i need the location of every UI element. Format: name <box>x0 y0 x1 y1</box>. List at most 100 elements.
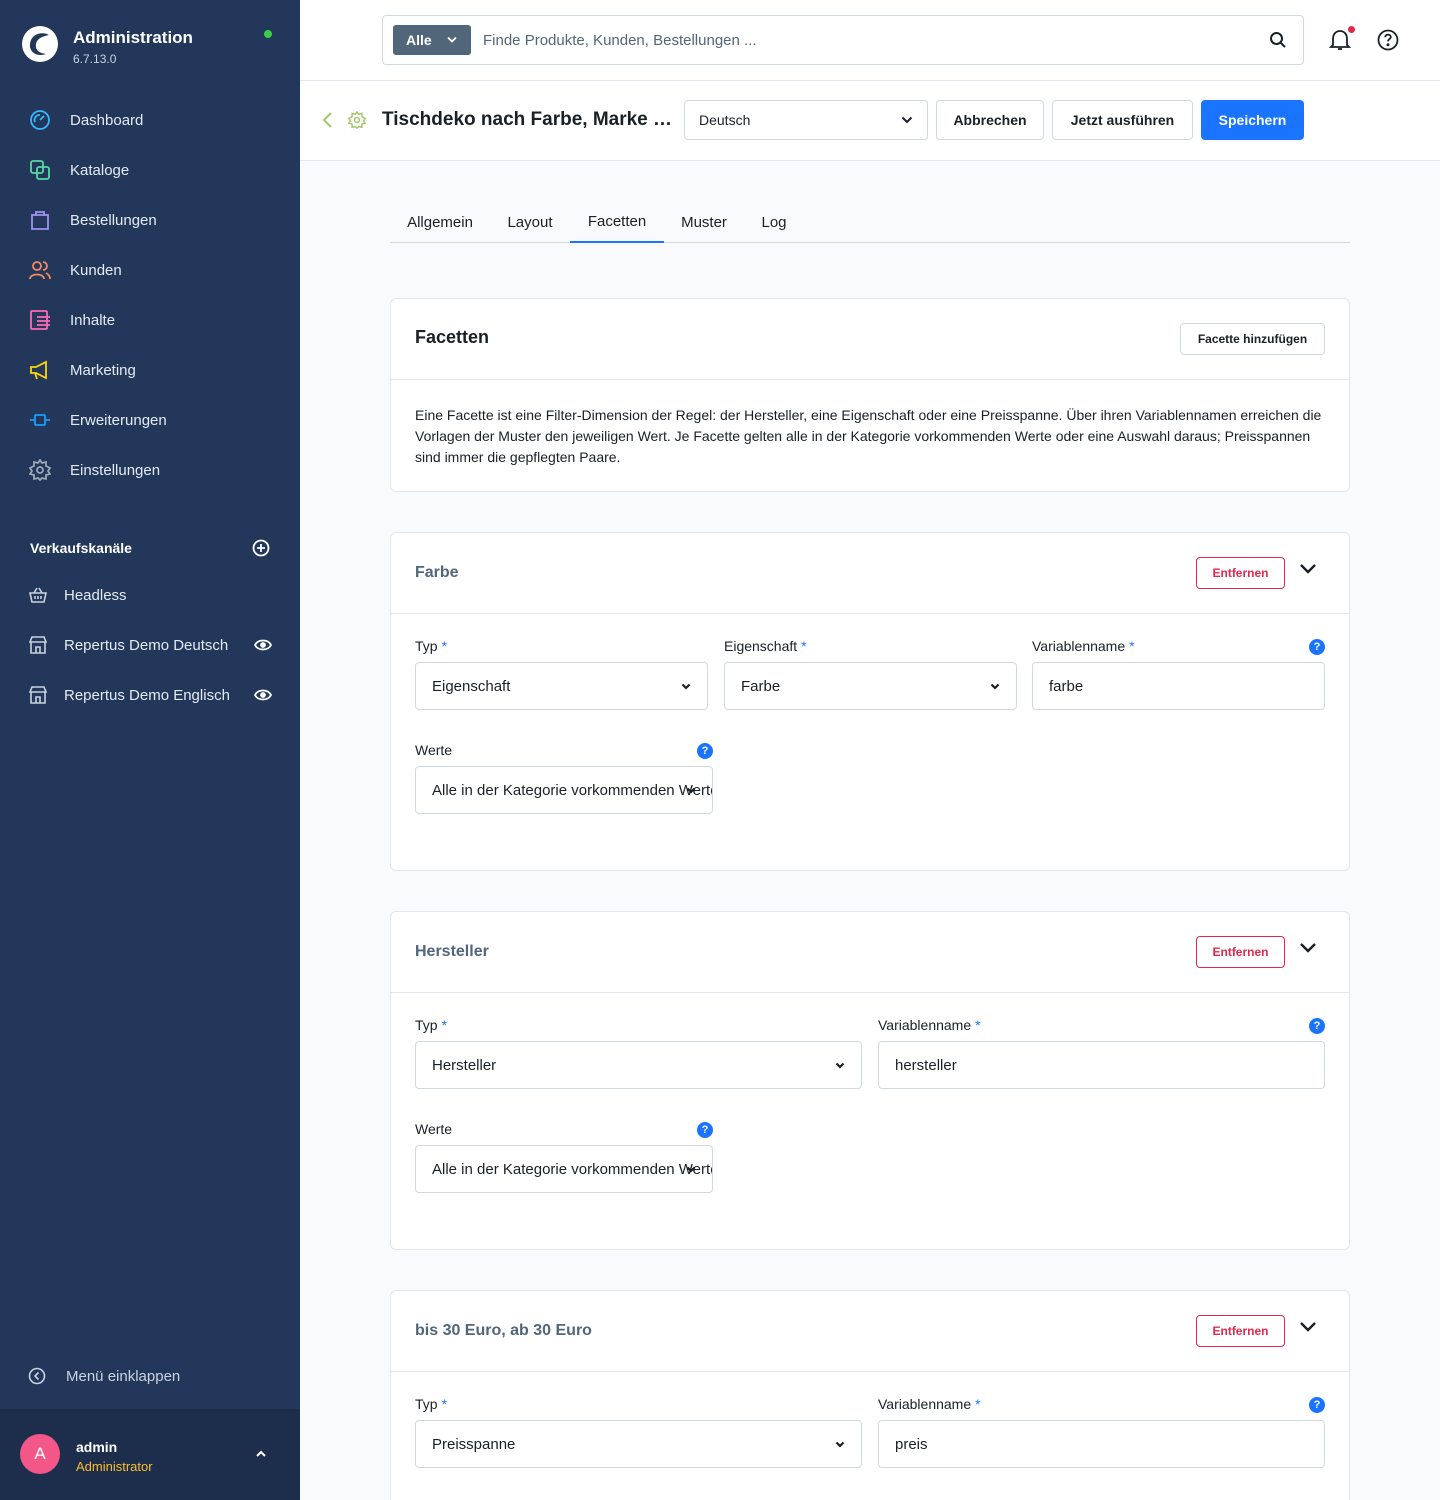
nav-item-customers[interactable]: Kunden <box>0 245 300 295</box>
type-select[interactable]: Hersteller <box>415 1041 862 1089</box>
search-type-select[interactable]: Alle <box>393 25 471 55</box>
facets-description: Eine Facette ist eine Filter-Dimension d… <box>415 407 1322 465</box>
facet-title: bis 30 Euro, ab 30 Euro <box>415 1322 592 1339</box>
chevron-down-icon <box>901 116 913 124</box>
nav-item-marketing[interactable]: Marketing <box>0 345 300 395</box>
add-facet-button[interactable]: Facette hinzufügen <box>1180 323 1325 355</box>
nav-label: Erweiterungen <box>70 411 167 429</box>
add-circle-icon[interactable] <box>252 539 270 557</box>
help-icon[interactable]: ? <box>697 1122 713 1138</box>
user-menu[interactable]: A admin Administrator <box>0 1409 300 1500</box>
tab-patterns[interactable]: Muster <box>670 202 738 243</box>
facet-card-manufacturer: Hersteller Entfernen Typ * Hersteller Var… <box>390 911 1350 1250</box>
tab-general[interactable]: Allgemein <box>390 202 490 243</box>
eye-icon[interactable] <box>254 689 272 701</box>
nav-item-extensions[interactable]: Erweiterungen <box>0 395 300 445</box>
values-label: Werte <box>415 742 453 758</box>
sidebar: Administration 6.7.13.0 Dashboard Katalo… <box>0 0 300 1500</box>
language-select[interactable]: Deutsch <box>684 100 928 140</box>
cancel-button[interactable]: Abbrechen <box>936 100 1044 140</box>
chevron-down-icon <box>686 1166 696 1173</box>
back-arrow-icon[interactable] <box>320 111 334 129</box>
type-label: Typ * <box>415 1396 448 1412</box>
type-value: Preisspanne <box>432 1435 516 1453</box>
sales-channel-repertus-de[interactable]: Repertus Demo Deutsch <box>0 620 300 670</box>
values-value: Alle in der Kategorie vorkommenden Werte <box>432 781 712 799</box>
help-icon[interactable]: ? <box>697 743 713 759</box>
sales-channel-repertus-en[interactable]: Repertus Demo Englisch <box>0 670 300 720</box>
help-icon[interactable]: ? <box>1309 1018 1325 1034</box>
variable-label: Variablenname * <box>1032 638 1135 654</box>
gear-icon <box>348 111 366 129</box>
type-select[interactable]: Preisspanne <box>415 1420 862 1468</box>
nav-item-content[interactable]: Inhalte <box>0 295 300 345</box>
sales-channel-label: Headless <box>64 586 127 604</box>
chevron-down-icon <box>447 36 457 43</box>
brand[interactable]: Administration 6.7.13.0 <box>22 24 282 68</box>
chevron-down-icon <box>990 683 1000 690</box>
top-bar: Alle <box>300 0 1440 81</box>
tab-layout[interactable]: Layout <box>495 202 565 243</box>
values-label: Werte <box>415 1121 453 1137</box>
values-select[interactable]: Alle in der Kategorie vorkommenden Werte <box>415 766 713 814</box>
megaphone-icon <box>28 358 52 382</box>
card-header: Facetten Facette hinzufügen <box>391 299 1349 380</box>
chevron-down-icon[interactable] <box>1299 942 1317 954</box>
nav-label: Bestellungen <box>70 211 157 229</box>
nav-item-dashboard[interactable]: Dashboard <box>0 95 300 145</box>
values-value: Alle in der Kategorie vorkommenden Werte <box>432 1160 712 1178</box>
type-select[interactable]: Eigenschaft <box>415 662 708 710</box>
nav-label: Kunden <box>70 261 122 279</box>
chevron-down-icon <box>835 1441 845 1448</box>
help-icon[interactable] <box>1376 28 1400 52</box>
tab-facets[interactable]: Facetten <box>570 202 664 243</box>
save-button[interactable]: Speichern <box>1201 100 1304 140</box>
chevron-down-icon[interactable] <box>1299 563 1317 575</box>
eye-icon[interactable] <box>254 639 272 651</box>
run-now-button[interactable]: Jetzt ausführen <box>1052 100 1193 140</box>
gauge-icon <box>28 108 52 132</box>
nav-item-catalogs[interactable]: Kataloge <box>0 145 300 195</box>
chevron-down-icon <box>686 787 696 794</box>
tab-bar: Allgemein Layout Facetten Muster Log <box>390 202 1350 243</box>
search-type-label: Alle <box>406 32 432 48</box>
variable-name-input[interactable] <box>878 1041 1325 1089</box>
storefront-icon <box>28 686 48 704</box>
search-icon[interactable] <box>1269 31 1287 49</box>
sales-channel-headless[interactable]: Headless <box>0 570 300 620</box>
language-value: Deutsch <box>699 112 751 128</box>
facet-title: Farbe <box>415 564 459 581</box>
nav-item-orders[interactable]: Bestellungen <box>0 195 300 245</box>
values-select[interactable]: Alle in der Kategorie vorkommenden Werte <box>415 1145 713 1193</box>
facet-header: bis 30 Euro, ab 30 Euro Entfernen <box>391 1291 1349 1372</box>
chevron-down-icon[interactable] <box>1299 1321 1317 1333</box>
variable-label: Variablenname * <box>878 1017 981 1033</box>
nav-item-settings[interactable]: Einstellungen <box>0 445 300 495</box>
nav-label: Einstellungen <box>70 461 161 479</box>
card-title: Facetten <box>415 327 490 347</box>
sales-channels-heading: Verkaufskanäle <box>30 540 132 556</box>
type-value: Hersteller <box>432 1056 497 1074</box>
tab-log[interactable]: Log <box>745 202 803 243</box>
facets-card: Facetten Facette hinzufügen Eine Facette… <box>390 298 1350 492</box>
remove-facet-button[interactable]: Entfernen <box>1196 1315 1285 1347</box>
collapse-menu-button[interactable]: Menü einklappen <box>28 1362 180 1390</box>
global-search: Alle <box>382 15 1304 65</box>
search-input[interactable] <box>483 26 1243 54</box>
type-label: Typ * <box>415 638 448 654</box>
sales-channel-label: Repertus Demo Deutsch <box>64 636 229 654</box>
help-icon[interactable]: ? <box>1309 639 1325 655</box>
smart-bar: Tischdeko nach Farbe, Marke und Preis De… <box>300 81 1440 161</box>
type-label: Typ * <box>415 1017 448 1033</box>
property-select[interactable]: Farbe <box>724 662 1017 710</box>
sales-channel-label: Repertus Demo Englisch <box>64 686 230 704</box>
variable-name-input[interactable] <box>878 1420 1325 1468</box>
nav-label: Kataloge <box>70 161 130 179</box>
variable-name-input[interactable] <box>1032 662 1325 710</box>
remove-facet-button[interactable]: Entfernen <box>1196 557 1285 589</box>
remove-facet-button[interactable]: Entfernen <box>1196 936 1285 968</box>
page-title: Tischdeko nach Farbe, Marke und Preis <box>382 109 682 130</box>
help-icon[interactable]: ? <box>1309 1397 1325 1413</box>
facet-header: Hersteller Entfernen <box>391 912 1349 993</box>
chevron-up-icon[interactable] <box>254 1447 268 1461</box>
